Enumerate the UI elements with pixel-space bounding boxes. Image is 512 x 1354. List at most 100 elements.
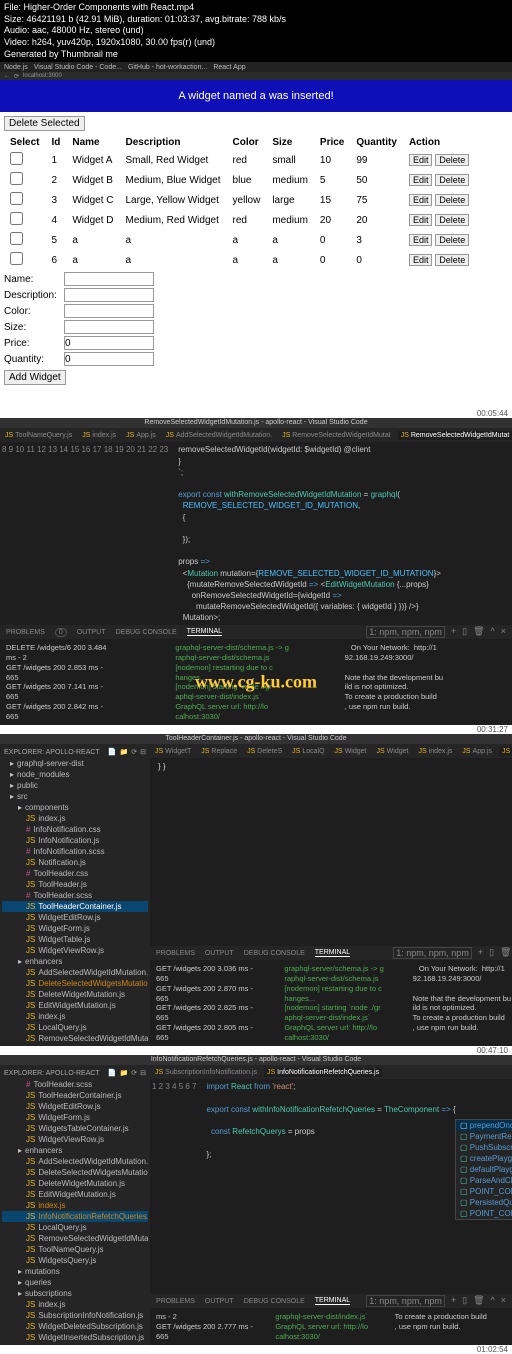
edit-button[interactable]: Edit — [409, 154, 433, 166]
delete-button[interactable]: Delete — [435, 194, 469, 206]
terminal[interactable]: ms - 2 GET /widgets 200 2.777 ms - 665 g… — [150, 1308, 512, 1345]
delete-button[interactable]: Delete — [435, 234, 469, 246]
terminal-tab[interactable]: TERMINAL — [187, 628, 222, 636]
new-terminal-icon[interactable]: + — [451, 1295, 456, 1307]
file-item[interactable]: JSindex.js — [2, 1299, 148, 1310]
code-editor[interactable]: removeSelectedWidgetId(widgetId: $widget… — [174, 442, 445, 625]
taskbar-item[interactable]: Visual Studio Code - Code... — [34, 64, 122, 71]
file-item[interactable]: JSDeleteWidgetMutation.js — [2, 1178, 148, 1189]
debug-console-tab[interactable]: DEBUG CONSOLE — [244, 950, 305, 957]
autocomplete-item[interactable]: ▢ PersistedQueryNotSupportedError — [456, 1197, 512, 1208]
taskbar-item[interactable]: GitHub - hot-workaction... — [128, 64, 207, 71]
file-item[interactable]: JSWidgetEditRow.js — [2, 912, 148, 923]
name-input[interactable] — [64, 272, 154, 286]
select-checkbox[interactable] — [10, 212, 23, 225]
folder-item[interactable]: ▸queries — [2, 1277, 148, 1288]
debug-console-tab[interactable]: DEBUG CONSOLE — [116, 629, 177, 636]
folder-item[interactable]: ▸enhancers — [2, 956, 148, 967]
price-input[interactable] — [64, 336, 154, 350]
edit-button[interactable]: Edit — [409, 214, 433, 226]
file-item[interactable]: JSindex.js — [2, 1011, 148, 1022]
editor-tab[interactable]: JSAddSelectedWidgetIdMutation. — [163, 431, 275, 440]
delete-selected-button[interactable]: Delete Selected — [4, 116, 85, 131]
delete-button[interactable]: Delete — [435, 214, 469, 226]
select-checkbox[interactable] — [10, 172, 23, 185]
file-item[interactable]: JSindex.js — [2, 1200, 148, 1211]
file-item[interactable]: JSRemoveSelectedWidgetIdMutation.js — [2, 1233, 148, 1244]
folder-item[interactable]: ▸enhancers — [2, 1145, 148, 1156]
autocomplete-item[interactable]: ▢ PushSubscriptionOptions — [456, 1142, 512, 1153]
file-item[interactable]: JSWidgetInsertedSubscription.js — [2, 1332, 148, 1343]
delete-button[interactable]: Delete — [435, 174, 469, 186]
editor-tab[interactable]: JSWidget — [332, 747, 370, 756]
collapse-icon[interactable]: ⊟ — [140, 1069, 146, 1077]
file-item[interactable]: #ToolHeader.css — [2, 868, 148, 879]
file-item[interactable]: JSWidgetForm.js — [2, 923, 148, 934]
close-icon[interactable]: × — [501, 1295, 506, 1307]
autocomplete-item[interactable]: ▢ POINT_CONVERSION_UNCOMPRESSED — [456, 1208, 512, 1219]
new-terminal-icon[interactable]: + — [451, 626, 456, 638]
url-text[interactable]: localhost:3000 — [23, 73, 62, 79]
editor-tab[interactable]: JSLocalQ — [289, 747, 327, 756]
close-icon[interactable]: × — [501, 626, 506, 638]
autocomplete-popup[interactable]: ▢ prependOnceListenerAuto import from 'c… — [455, 1119, 512, 1220]
file-item[interactable]: JSDeleteSelectedWidgetsMutation.js — [2, 1167, 148, 1178]
file-item[interactable]: JSDeleteWidgetMutation.js — [2, 989, 148, 1000]
size-input[interactable] — [64, 320, 154, 334]
terminal-select[interactable]: 1: npm, npm, npm — [366, 626, 445, 638]
file-item[interactable]: JSindex.js — [2, 813, 148, 824]
split-terminal-icon[interactable]: ▯ — [462, 626, 467, 638]
terminal[interactable]: GET /widgets 200 3.036 ms - 665 GET /wid… — [150, 960, 512, 1046]
taskbar-item[interactable]: Node.js — [4, 64, 28, 71]
file-item[interactable]: JSLocalQuery.js — [2, 1022, 148, 1033]
browser-address-bar[interactable]: ← ⟳ localhost:3000 — [0, 72, 512, 80]
file-item[interactable]: JSWidgetEditRow.js — [2, 1101, 148, 1112]
editor-tab[interactable]: JSReplace — [198, 747, 240, 756]
file-item[interactable]: JSInfoNotificationRefetchQueries.js — [2, 1211, 148, 1222]
new-terminal-icon[interactable]: + — [478, 947, 483, 959]
collapse-icon[interactable]: ⊟ — [140, 748, 146, 756]
refresh-icon[interactable]: ⟳ — [131, 1069, 137, 1077]
select-checkbox[interactable] — [10, 152, 23, 165]
edit-button[interactable]: Edit — [409, 234, 433, 246]
editor-tab[interactable]: JSApp.js — [459, 747, 495, 756]
file-item[interactable]: JSSubscriptionInfoNotification.js — [2, 1310, 148, 1321]
problems-tab[interactable]: PROBLEMS — [156, 950, 195, 957]
output-tab[interactable]: OUTPUT — [77, 629, 106, 636]
new-folder-icon[interactable]: 📁 — [120, 1069, 129, 1077]
autocomplete-item[interactable]: ▢ prependOnceListenerAuto import from 'c… — [456, 1120, 512, 1131]
refresh-icon[interactable]: ⟳ — [131, 748, 137, 756]
file-item[interactable]: #ToolHeader.scss — [2, 890, 148, 901]
file-item[interactable]: #ToolHeader.scss — [2, 1079, 148, 1090]
terminal-select[interactable]: 1: npm, npm, npm — [393, 947, 472, 959]
file-item[interactable]: JSWidgetViewRow.js — [2, 945, 148, 956]
editor-tab[interactable]: JSToolHe — [499, 747, 512, 756]
file-item[interactable]: JSToolHeader.js — [2, 879, 148, 890]
code-editor[interactable]: } } — [150, 758, 512, 946]
file-item[interactable]: JSEditWidgetMutation.js — [2, 1000, 148, 1011]
editor-tab[interactable]: JSRemoveSelectedWidgetIdMutat — [279, 431, 394, 440]
editor-tab[interactable]: JSApp.js — [123, 431, 159, 440]
file-item[interactable]: JSToolHeaderContainer.js — [2, 901, 148, 912]
taskbar-item[interactable]: React App — [213, 64, 245, 71]
file-item[interactable]: JSWidgetsTableContainer.js — [2, 1123, 148, 1134]
editor-tab[interactable]: JSInfoNotificationRefetchQueries.js — [264, 1068, 382, 1077]
file-item[interactable]: JSWidgetForm.js — [2, 1112, 148, 1123]
editor-tab[interactable]: JSWidget — [374, 747, 412, 756]
edit-button[interactable]: Edit — [409, 254, 433, 266]
terminal[interactable]: DELETE /widgets/6 200 3.484 ms - 2 GET /… — [0, 639, 512, 725]
color-input[interactable] — [64, 304, 154, 318]
folder-item[interactable]: ▸mutations — [2, 1266, 148, 1277]
output-tab[interactable]: OUTPUT — [205, 950, 234, 957]
folder-item[interactable]: ▸components — [2, 802, 148, 813]
editor-tab[interactable]: JSToolNameQuery.js — [2, 431, 75, 440]
edit-button[interactable]: Edit — [409, 194, 433, 206]
delete-button[interactable]: Delete — [435, 154, 469, 166]
folder-item[interactable]: ▸src — [2, 791, 148, 802]
split-terminal-icon[interactable]: ▯ — [489, 947, 494, 959]
file-item[interactable]: JSWidgetDeletedSubscription.js — [2, 1321, 148, 1332]
file-item[interactable]: JSAddSelectedWidgetIdMutation.js — [2, 967, 148, 978]
trash-icon[interactable]: 🗑 — [500, 947, 511, 959]
terminal-select[interactable]: 1: npm, npm, npm — [366, 1295, 445, 1307]
edit-button[interactable]: Edit — [409, 174, 433, 186]
